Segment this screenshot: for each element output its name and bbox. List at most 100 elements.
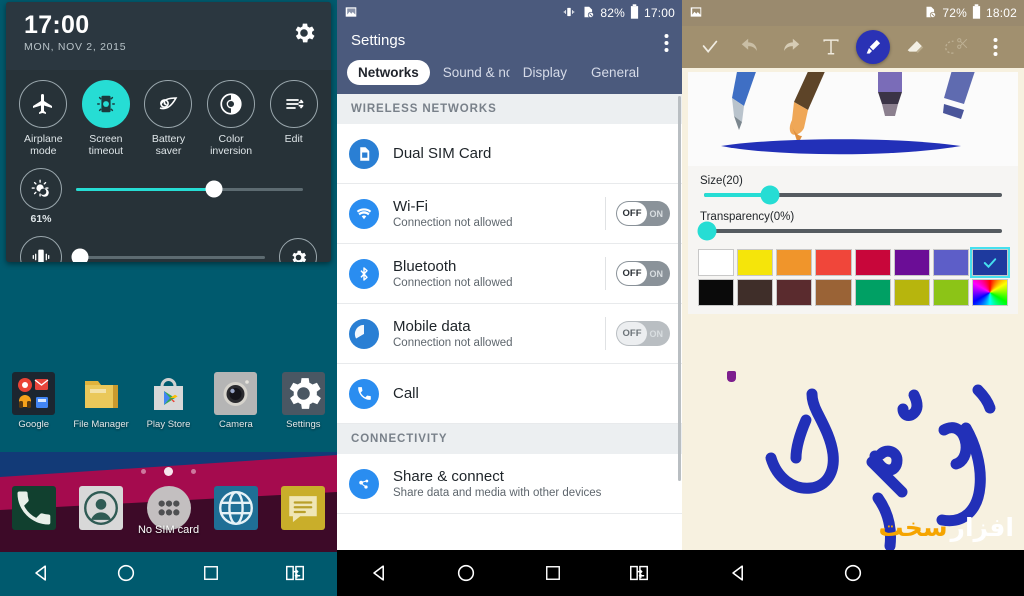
confirm-check-icon[interactable] bbox=[695, 32, 725, 62]
color-picker-rainbow-swatch[interactable] bbox=[971, 279, 1008, 306]
size-slider[interactable] bbox=[704, 185, 1002, 205]
watermark-text-white: افزار bbox=[950, 512, 1014, 542]
recents-icon[interactable] bbox=[191, 553, 231, 593]
recents-icon[interactable] bbox=[533, 553, 573, 593]
watermark: افزار سخت bbox=[878, 508, 1014, 546]
color-swatch[interactable] bbox=[698, 249, 735, 276]
tab-sound-and-notification[interactable]: Sound & no bbox=[432, 60, 510, 85]
tab-general[interactable]: General bbox=[580, 60, 650, 85]
settings-row-dual-sim-card[interactable]: Dual SIM Card bbox=[337, 124, 682, 184]
quick-toggle-battery-saver[interactable]: Battery saver bbox=[137, 80, 200, 157]
transparency-slider[interactable] bbox=[697, 221, 1002, 241]
app-google[interactable]: Google bbox=[0, 372, 67, 430]
dock-contacts[interactable] bbox=[67, 486, 134, 530]
panel-settings: 82% 17:00 Settings Networks Sound & no D… bbox=[337, 0, 682, 596]
color-swatch[interactable] bbox=[932, 279, 969, 306]
color-swatch[interactable] bbox=[737, 249, 774, 276]
app-camera[interactable]: Camera bbox=[202, 372, 269, 430]
color-swatch[interactable] bbox=[698, 279, 735, 306]
paint-brush bbox=[789, 72, 825, 144]
color-swatch[interactable] bbox=[893, 249, 930, 276]
app-file-manager[interactable]: File Manager bbox=[67, 372, 134, 430]
app-settings[interactable]: Settings bbox=[270, 372, 337, 430]
gear-icon[interactable] bbox=[291, 20, 317, 46]
vibrate-icon[interactable] bbox=[20, 236, 62, 262]
quick-toggle-screen-timeout[interactable]: Screen timeout bbox=[75, 80, 138, 157]
color-swatch[interactable] bbox=[815, 249, 852, 276]
color-swatch[interactable] bbox=[854, 249, 891, 276]
wifi-icon bbox=[349, 198, 379, 229]
home-icon[interactable] bbox=[833, 553, 873, 593]
volume-slider[interactable] bbox=[71, 248, 265, 262]
wifi-toggle[interactable]: OFF ON bbox=[616, 201, 670, 226]
dock-messaging[interactable] bbox=[270, 486, 337, 530]
overflow-menu-icon[interactable] bbox=[664, 33, 669, 58]
quick-toggle-airplane-mode[interactable]: Airplane mode bbox=[12, 80, 75, 157]
camera-icon bbox=[214, 372, 258, 415]
volume-slider-knob[interactable] bbox=[71, 248, 89, 262]
drawing-canvas[interactable]: افزار سخت bbox=[682, 368, 1024, 550]
dock-browser[interactable] bbox=[202, 486, 269, 530]
color-swatch[interactable] bbox=[893, 279, 930, 306]
lasso-cut-icon[interactable] bbox=[941, 32, 971, 62]
back-icon[interactable] bbox=[719, 553, 759, 593]
size-slider-label: Size(20) bbox=[700, 175, 743, 187]
settings-list[interactable]: WIRELESS NETWORKS Dual SIM Card Wi-Fi Co… bbox=[337, 94, 682, 581]
quick-toggle-label: Battery saver bbox=[151, 133, 186, 157]
back-icon[interactable] bbox=[360, 553, 400, 593]
row-subtitle: Connection not allowed bbox=[393, 217, 513, 229]
screen-timeout-icon bbox=[81, 80, 130, 128]
settings-row-wifi[interactable]: Wi-Fi Connection not allowed OFF ON bbox=[337, 184, 682, 244]
dual-window-icon[interactable] bbox=[275, 553, 315, 593]
brightness-slider-fill bbox=[76, 187, 215, 191]
brightness-slider-knob[interactable] bbox=[205, 180, 223, 198]
transparency-slider-knob[interactable] bbox=[697, 221, 717, 241]
dual-window-icon[interactable] bbox=[619, 553, 659, 593]
quick-toggle-edit[interactable]: Edit bbox=[262, 80, 325, 157]
scrollbar[interactable] bbox=[678, 96, 681, 481]
color-swatch[interactable] bbox=[776, 249, 813, 276]
brightness-icon[interactable]: 61% bbox=[20, 168, 62, 225]
settings-row-share-and-connect[interactable]: Share & connect Share data and media wit… bbox=[337, 454, 682, 514]
color-swatch[interactable] bbox=[815, 279, 852, 306]
settings-row-bluetooth[interactable]: Bluetooth Connection not allowed OFF ON bbox=[337, 244, 682, 304]
redo-icon[interactable] bbox=[776, 32, 806, 62]
page-dot[interactable] bbox=[191, 469, 197, 475]
text-tool-icon[interactable] bbox=[816, 32, 846, 62]
mobile-data-toggle[interactable]: OFF ON bbox=[616, 321, 670, 346]
home-icon[interactable] bbox=[446, 553, 486, 593]
tab-networks[interactable]: Networks bbox=[347, 60, 430, 85]
eraser-tool-icon[interactable] bbox=[900, 32, 930, 62]
settings-row-call[interactable]: Call bbox=[337, 364, 682, 424]
color-swatch[interactable] bbox=[737, 279, 774, 306]
app-play-store[interactable]: Play Store bbox=[135, 372, 202, 430]
tab-display[interactable]: Display bbox=[512, 60, 578, 85]
quick-toggle-color-inversion[interactable]: Color inversion bbox=[200, 80, 263, 157]
brush-tool-icon[interactable] bbox=[856, 30, 891, 64]
row-subtitle: Connection not allowed bbox=[393, 337, 513, 349]
size-slider-knob[interactable] bbox=[760, 185, 780, 205]
back-icon[interactable] bbox=[22, 553, 62, 593]
battery-icon bbox=[972, 4, 981, 22]
bluetooth-toggle[interactable]: OFF ON bbox=[616, 261, 670, 286]
toggle-knob: OFF bbox=[617, 202, 647, 225]
home-icon[interactable] bbox=[106, 553, 146, 593]
quick-toggle-label: Screen timeout bbox=[88, 133, 124, 157]
page-dot[interactable] bbox=[140, 469, 146, 475]
brightness-slider[interactable] bbox=[76, 180, 303, 198]
status-time: 17:00 bbox=[643, 6, 675, 20]
undo-icon[interactable] bbox=[735, 32, 765, 62]
sound-settings-gear-icon[interactable] bbox=[279, 238, 317, 262]
color-swatch[interactable] bbox=[776, 279, 813, 306]
dock-app-drawer[interactable]: No SIM card bbox=[135, 486, 202, 536]
settings-row-mobile-data[interactable]: Mobile data Connection not allowed OFF O… bbox=[337, 304, 682, 364]
quick-toggle-label: Airplane mode bbox=[24, 133, 63, 157]
color-swatch[interactable] bbox=[932, 249, 969, 276]
overflow-menu-icon[interactable] bbox=[981, 32, 1011, 62]
color-swatch-selected[interactable] bbox=[971, 249, 1008, 276]
dock-phone[interactable] bbox=[0, 486, 67, 530]
color-swatch[interactable] bbox=[854, 279, 891, 306]
page-dot-active[interactable] bbox=[164, 467, 173, 477]
messaging-icon bbox=[281, 486, 326, 530]
battery-percent: 72% bbox=[942, 6, 967, 20]
